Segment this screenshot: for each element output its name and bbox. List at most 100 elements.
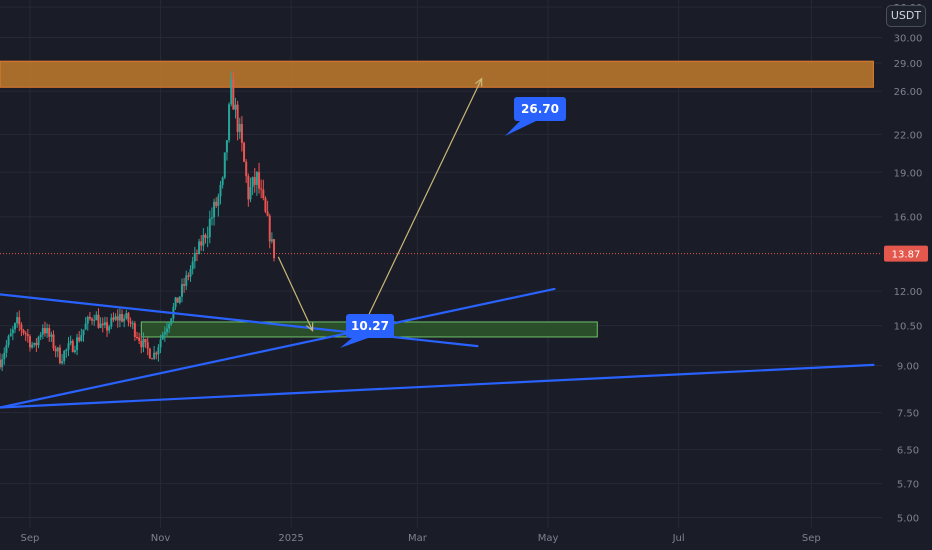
candle — [58, 344, 61, 365]
candle — [93, 314, 96, 326]
candle — [206, 226, 209, 248]
candle — [187, 272, 190, 281]
candle — [5, 340, 8, 358]
candle — [3, 347, 6, 365]
candle — [176, 297, 179, 303]
candle — [50, 331, 53, 342]
price-callout[interactable]: 10.27 — [340, 314, 394, 348]
candle — [247, 173, 250, 207]
candle — [251, 176, 254, 196]
price-axis[interactable]: 5.00 5.70 6.50 7.50 9.00 10.50 12.00 16.00 19.00… — [884, 3, 928, 524]
currency-button[interactable]: USDT — [886, 5, 926, 27]
candle — [264, 196, 267, 214]
trendline[interactable] — [0, 363, 875, 409]
candle — [76, 333, 79, 356]
candle — [249, 177, 252, 203]
candle — [84, 317, 87, 330]
price-callout[interactable]: 26.70 — [505, 97, 566, 136]
x-tick-label: Sep — [21, 533, 40, 544]
candle — [146, 337, 149, 356]
x-tick-label: 2025 — [278, 533, 303, 544]
y-tick-label: 30.00 — [894, 34, 923, 45]
candle — [9, 328, 12, 337]
candle — [133, 321, 136, 341]
candle — [178, 296, 181, 305]
candle — [71, 339, 74, 353]
x-tick-label: Jul — [672, 533, 685, 544]
y-tick-label: 29.00 — [894, 59, 923, 70]
candle — [52, 330, 55, 352]
y-tick-label: 9.00 — [897, 361, 919, 372]
candle — [86, 315, 89, 331]
candle — [121, 309, 124, 323]
candle — [238, 117, 241, 139]
candle — [78, 331, 81, 343]
candle — [148, 347, 151, 359]
candle — [31, 341, 34, 349]
candle — [125, 309, 128, 320]
callout-label: 26.70 — [521, 102, 559, 116]
candle — [273, 238, 276, 262]
projection-arrow[interactable] — [277, 256, 314, 332]
candle — [22, 328, 25, 336]
candle — [138, 332, 141, 345]
x-tick-label: Mar — [408, 533, 428, 544]
candle — [144, 338, 147, 348]
y-tick-label: 16.00 — [894, 213, 923, 224]
trendline[interactable] — [0, 287, 556, 409]
price-zones — [0, 60, 874, 338]
candle — [28, 334, 31, 352]
projection-arrow[interactable] — [367, 77, 483, 317]
y-tick-label: 19.00 — [894, 168, 923, 179]
trendlines[interactable] — [0, 287, 875, 409]
candle — [189, 265, 192, 282]
candle — [228, 102, 231, 143]
candle — [7, 334, 10, 348]
candle — [37, 335, 40, 349]
candle — [270, 232, 273, 244]
resistance-zone — [0, 60, 874, 88]
candle — [24, 330, 27, 342]
candle — [225, 139, 228, 161]
candle — [202, 228, 205, 252]
candle — [88, 312, 91, 321]
candle — [234, 97, 237, 119]
candle — [95, 311, 98, 321]
y-tick-label: 7.50 — [897, 409, 919, 420]
candle — [61, 354, 64, 365]
y-tick-label: 6.50 — [897, 446, 919, 457]
candle — [268, 213, 271, 249]
candle — [13, 322, 16, 334]
candle — [73, 345, 76, 354]
candle — [185, 270, 188, 291]
candle — [153, 345, 156, 361]
candle — [39, 331, 42, 341]
candle — [82, 329, 85, 342]
candle — [65, 348, 68, 358]
candle — [80, 328, 83, 342]
candle — [240, 115, 243, 152]
time-axis[interactable]: Sep Nov 2025 Mar May Jul Sep — [21, 533, 821, 544]
candle — [136, 331, 139, 340]
y-tick-label: 26.00 — [894, 87, 923, 98]
x-tick-label: May — [538, 533, 559, 544]
candle — [258, 162, 261, 194]
projection-arrows[interactable] — [277, 77, 483, 332]
candle — [217, 193, 220, 217]
candle — [150, 357, 153, 360]
price-chart[interactable]: 26.70 10.27 5.00 5.70 6.50 7.50 9.00 10.50 12.0… — [0, 0, 932, 550]
candle — [99, 317, 102, 329]
candle — [262, 179, 265, 201]
candle — [266, 200, 269, 217]
candle — [112, 312, 115, 323]
candle — [219, 181, 222, 205]
candle — [97, 308, 100, 329]
candle — [223, 152, 226, 180]
candle — [18, 310, 21, 332]
x-tick-label: Sep — [802, 533, 821, 544]
candle — [255, 170, 258, 196]
candle — [101, 317, 104, 333]
candle — [208, 210, 211, 244]
candle — [180, 278, 183, 303]
y-tick-label: 12.00 — [894, 287, 923, 298]
